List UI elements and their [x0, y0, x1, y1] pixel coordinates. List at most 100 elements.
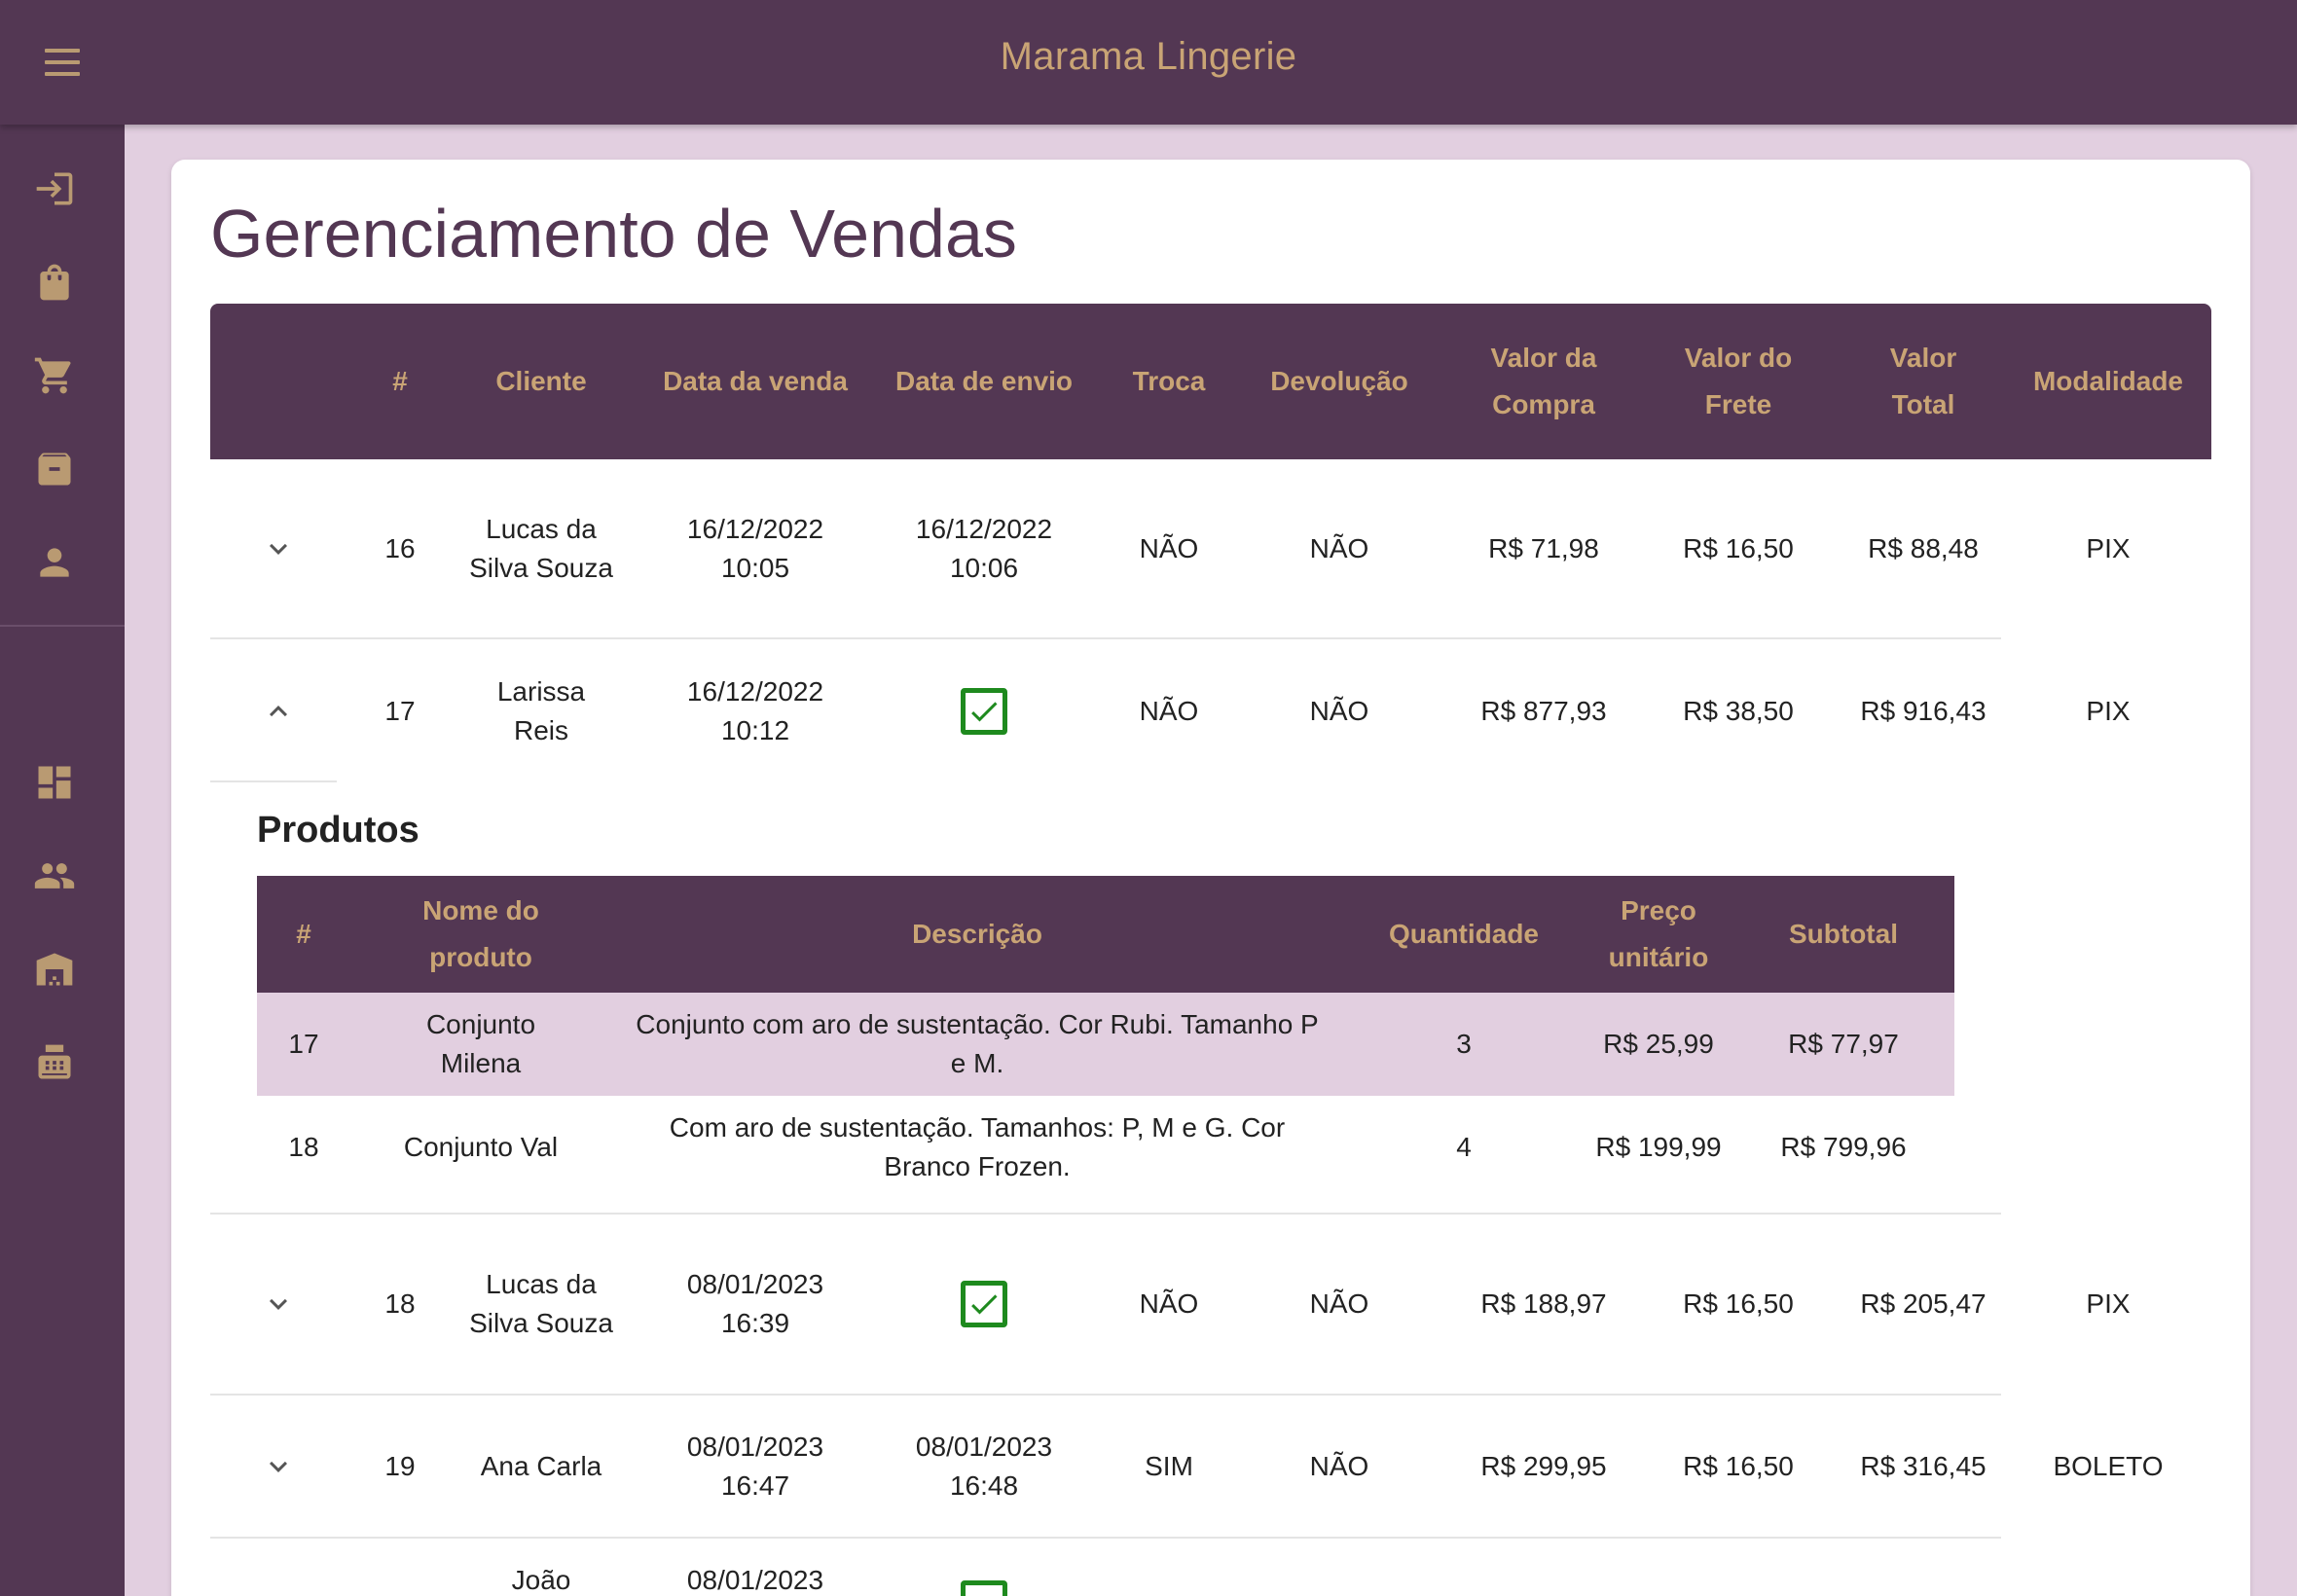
cell-num: 17 [288, 1029, 319, 1059]
check-icon[interactable] [961, 688, 1007, 735]
cell-ship-date-checkbox[interactable] [896, 640, 1072, 782]
header-unit-price: Preço unitário [1608, 895, 1709, 972]
cell-quantity: 3 [1456, 1029, 1472, 1059]
header-return[interactable]: Devolução [1252, 304, 1427, 459]
cell-modality: PIX [2086, 696, 2131, 726]
cell-quantity: 4 [1456, 1132, 1472, 1162]
cell-purchase: R$ 188,97 [1480, 1288, 1607, 1319]
cell-description: Conjunto com aro de sustentação. Cor Rub… [636, 1009, 1319, 1078]
people-icon[interactable] [31, 852, 78, 899]
cell-subtotal: R$ 77,97 [1788, 1029, 1899, 1059]
expand-chevron-down-icon[interactable] [230, 1215, 327, 1394]
header-exchange[interactable]: Troca [1096, 304, 1242, 459]
cell-num: 16 [384, 533, 416, 563]
cell-modality: PIX [2086, 533, 2131, 563]
cell-exchange: NÃO [1139, 533, 1199, 563]
cell-num: 18 [288, 1132, 319, 1162]
header-description: Descrição [912, 919, 1042, 949]
sales-table: # Cliente Data da venda Data de envio Tr… [210, 304, 2211, 1596]
cash-register-icon[interactable] [31, 1039, 78, 1086]
cell-unit-price: R$ 25,99 [1603, 1029, 1714, 1059]
cell-return: NÃO [1309, 533, 1369, 563]
cell-client: Ana Carla [480, 1451, 602, 1481]
cell-freight: R$ 38,50 [1683, 696, 1794, 726]
cell-ship-date-checkbox[interactable] [896, 1215, 1072, 1394]
app-title: Marama Lingerie [1000, 35, 1297, 78]
cell-subtotal: R$ 799,96 [1780, 1132, 1907, 1162]
person-icon[interactable] [31, 539, 78, 586]
table-row: 19 Ana Carla 08/01/2023 16:47 08/01/2023… [210, 1396, 2211, 1538]
cell-client: Lucas da Silva Souza [469, 514, 613, 583]
row-divider [210, 780, 337, 782]
row-divider [210, 1537, 2001, 1539]
cell-exchange: NÃO [1139, 696, 1199, 726]
check-icon[interactable] [961, 1580, 1007, 1596]
cell-unit-price: R$ 199,99 [1595, 1132, 1722, 1162]
cell-purchase: R$ 299,95 [1480, 1451, 1607, 1481]
cell-ship-date: 08/01/2023 16:48 [915, 1432, 1053, 1501]
cell-ship-date-checkbox[interactable] [896, 1561, 1072, 1596]
login-icon[interactable] [31, 165, 78, 212]
dashboard-icon[interactable] [31, 759, 78, 806]
warehouse-icon[interactable] [31, 946, 78, 993]
table-row: 16 Lucas da Silva Souza 16/12/2022 10:05… [210, 459, 2211, 638]
expand-chevron-down-icon[interactable] [230, 1396, 327, 1538]
cell-sale-date: 08/01/2023 16:47 [686, 1432, 824, 1501]
cell-freight: R$ 16,50 [1683, 533, 1794, 563]
table-row-expanded: 17 Larissa Reis 16/12/2022 10:12 NÃO NÃO… [210, 640, 2211, 782]
cell-name: Conjunto Val [403, 1132, 559, 1162]
cell-client: Larissa Reis [496, 676, 586, 745]
cell-return: NÃO [1309, 1451, 1369, 1481]
cell-num: 18 [384, 1288, 416, 1319]
page-title: Gerenciamento de Vendas [210, 196, 1017, 272]
header-client[interactable]: Cliente [454, 304, 629, 459]
table-row-partial: João 08/01/2023 [210, 1561, 2211, 1596]
cell-exchange: NÃO [1139, 1288, 1199, 1319]
header-name: Nome do produto [422, 895, 539, 972]
cell-purchase: R$ 71,98 [1488, 533, 1599, 563]
header-freight-value[interactable]: Valor do Frete [1651, 304, 1826, 459]
cell-sale-date: 16/12/2022 10:12 [686, 676, 824, 745]
cell-num: 17 [384, 696, 416, 726]
header-purchase-value[interactable]: Valor da Compra [1456, 304, 1631, 459]
shopping-bag-icon[interactable] [31, 259, 78, 306]
cell-client: João [511, 1565, 571, 1595]
header-modality[interactable]: Modalidade [2011, 304, 2206, 459]
cell-total: R$ 205,47 [1860, 1288, 1987, 1319]
cell-ship-date: 16/12/2022 10:06 [915, 514, 1053, 583]
cell-return: NÃO [1309, 1288, 1369, 1319]
collapse-chevron-up-icon[interactable] [230, 640, 327, 782]
header-num: # [296, 919, 311, 949]
cell-purchase: R$ 877,93 [1480, 696, 1607, 726]
products-table: # Nome do produto Descrição Quantidade P… [257, 876, 1954, 1199]
cell-total: R$ 88,48 [1868, 533, 1979, 563]
sidebar-divider [0, 625, 125, 627]
cell-num: 19 [384, 1451, 416, 1481]
cell-sale-date: 08/01/2023 16:39 [686, 1269, 824, 1338]
header-ship-date[interactable]: Data de envio [892, 304, 1076, 459]
products-title: Produtos [257, 810, 419, 851]
header-num[interactable]: # [346, 304, 454, 459]
cell-exchange: SIM [1145, 1451, 1193, 1481]
top-app-bar: Marama Lingerie [0, 0, 2297, 125]
cell-client: Lucas da Silva Souza [469, 1269, 613, 1338]
check-icon[interactable] [961, 1281, 1007, 1327]
cell-freight: R$ 16,50 [1683, 1288, 1794, 1319]
product-row: 18 Conjunto Val Com aro de sustentação. … [257, 1096, 1954, 1199]
cart-icon[interactable] [31, 352, 78, 399]
header-subtotal: Subtotal [1789, 919, 1898, 949]
products-table-header: # Nome do produto Descrição Quantidade P… [257, 876, 1954, 993]
sidebar [0, 125, 125, 1596]
table-row: 18 Lucas da Silva Souza 08/01/2023 16:39… [210, 1215, 2211, 1394]
cell-return: NÃO [1309, 696, 1369, 726]
cell-freight: R$ 16,50 [1683, 1451, 1794, 1481]
header-total-value[interactable]: Valor Total [1855, 304, 1991, 459]
archive-icon[interactable] [31, 446, 78, 492]
cell-description: Com aro de sustentação. Tamanhos: P, M e… [669, 1112, 1286, 1181]
header-sale-date[interactable]: Data da venda [658, 304, 853, 459]
header-quantity: Quantidade [1388, 919, 1539, 949]
cell-total: R$ 916,43 [1860, 696, 1987, 726]
row-divider [210, 637, 2001, 639]
cell-modality: BOLETO [2053, 1451, 2164, 1481]
expand-chevron-down-icon[interactable] [230, 459, 327, 638]
